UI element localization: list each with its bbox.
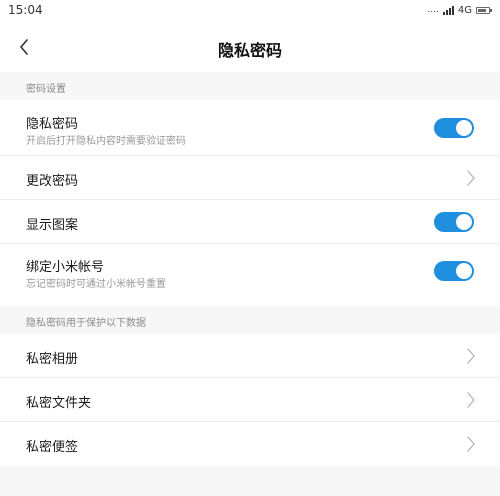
status-dots: .... xyxy=(427,5,439,15)
section-header-protected-data: 隐私密码用于保护以下数据 xyxy=(0,306,500,334)
toggle-knob xyxy=(456,263,472,279)
network-type: 4G xyxy=(457,4,472,16)
row-title: 私密相册 xyxy=(26,352,79,367)
data-row-private-notes[interactable]: 私密便签 xyxy=(0,422,500,466)
section-header-password-settings: 密码设置 xyxy=(0,72,500,100)
chevron-right-icon xyxy=(467,348,475,364)
signal-bars-icon xyxy=(442,5,454,15)
row-subtitle: 开启后打开隐私内容时需要验证密码 xyxy=(26,136,186,147)
chevron-right-icon xyxy=(467,392,475,408)
status-indicators: .... 4G xyxy=(427,4,492,16)
section-header-label: 隐私密码用于保护以下数据 xyxy=(26,318,146,329)
status-time: 15:04 xyxy=(8,3,43,17)
show-pattern-toggle[interactable] xyxy=(434,212,474,232)
section-header-label: 密码设置 xyxy=(26,84,66,95)
setting-row-change-password[interactable]: 更改密码 xyxy=(0,156,500,200)
bottom-background xyxy=(0,466,500,496)
status-bar: 15:04 .... 4G xyxy=(0,0,500,22)
chevron-right-icon xyxy=(467,170,475,186)
privacy-password-toggle[interactable] xyxy=(434,118,474,138)
setting-row-show-pattern[interactable]: 显示图案 xyxy=(0,200,500,244)
row-title: 隐私密码 xyxy=(26,117,79,132)
toggle-knob xyxy=(456,120,472,136)
battery-icon xyxy=(476,6,492,14)
data-row-private-album[interactable]: 私密相册 xyxy=(0,334,500,378)
chevron-right-icon xyxy=(467,436,475,452)
row-title: 私密便签 xyxy=(26,440,79,455)
page-title: 隐私密码 xyxy=(217,41,282,60)
toggle-knob xyxy=(456,214,472,230)
screen: 15:04 .... 4G 隐私密码 密码设置 隐私密码 开启后打开隐私内容时需… xyxy=(0,0,500,496)
data-row-private-folder[interactable]: 私密文件夹 xyxy=(0,378,500,422)
setting-row-privacy-password[interactable]: 隐私密码 开启后打开隐私内容时需要验证密码 xyxy=(0,100,500,156)
row-title: 显示图案 xyxy=(26,218,79,233)
row-subtitle: 忘记密码时可通过小米帐号重置 xyxy=(26,279,166,290)
row-title: 私密文件夹 xyxy=(26,396,92,411)
bind-mi-account-toggle[interactable] xyxy=(434,261,474,281)
row-title: 更改密码 xyxy=(26,174,79,189)
setting-row-bind-mi-account[interactable]: 绑定小米帐号 忘记密码时可通过小米帐号重置 xyxy=(0,244,500,298)
nav-header: 隐私密码 xyxy=(0,22,500,72)
row-title: 绑定小米帐号 xyxy=(26,260,105,275)
